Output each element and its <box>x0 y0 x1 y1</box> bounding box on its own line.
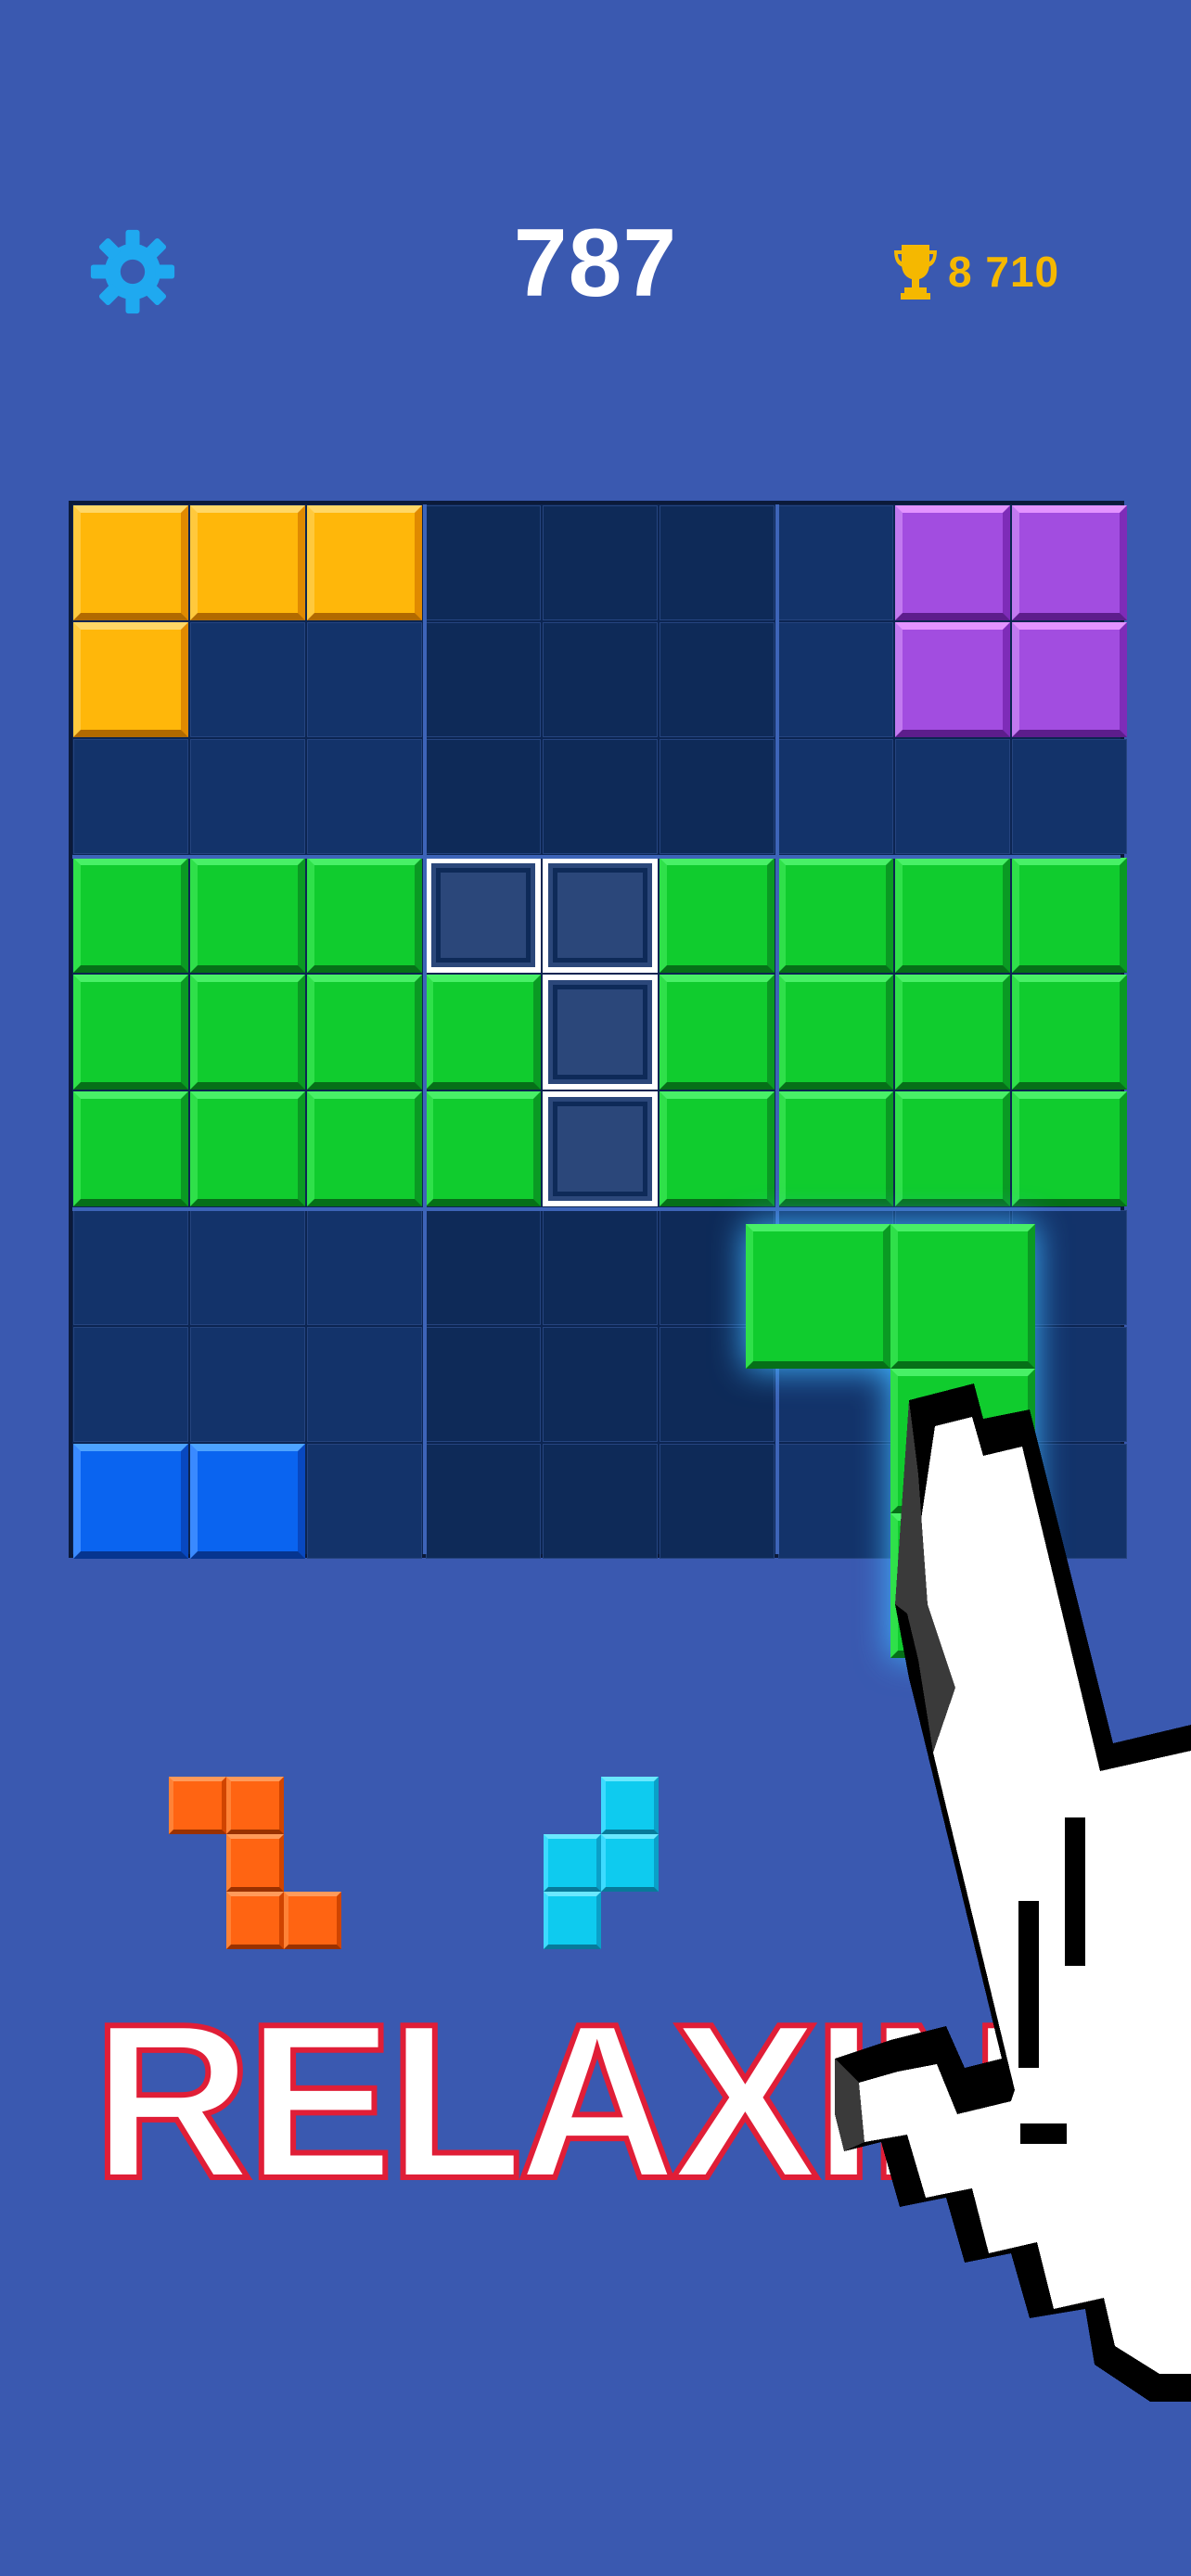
board-cell[interactable] <box>426 1210 541 1325</box>
green-block <box>73 1091 188 1206</box>
board-cell[interactable] <box>190 622 305 737</box>
board-cell[interactable] <box>660 739 775 854</box>
board-cell[interactable] <box>73 1327 188 1442</box>
green-block <box>190 858 305 973</box>
green-block <box>895 975 1010 1090</box>
green-block <box>778 1091 893 1206</box>
yellow-block <box>307 505 422 620</box>
green-block <box>73 858 188 973</box>
green-block <box>1012 1091 1127 1206</box>
green-block <box>778 975 893 1090</box>
board-cell[interactable] <box>543 622 658 737</box>
board-cell[interactable] <box>660 622 775 737</box>
board-cell[interactable] <box>543 1210 658 1325</box>
green-block <box>190 1091 305 1206</box>
board-cell[interactable] <box>307 622 422 737</box>
board-cell[interactable] <box>426 505 541 620</box>
board-cell[interactable] <box>307 1210 422 1325</box>
green-block <box>73 975 188 1090</box>
cyan-block <box>601 1834 659 1892</box>
board-cell[interactable] <box>660 1444 775 1559</box>
board-divider <box>72 855 1121 859</box>
board-cell[interactable] <box>190 1210 305 1325</box>
board-cell[interactable] <box>73 1210 188 1325</box>
purple-block <box>1012 622 1127 737</box>
yellow-block <box>73 622 188 737</box>
cyan-block <box>544 1834 601 1892</box>
orange-block <box>169 1777 226 1834</box>
green-block <box>307 1091 422 1206</box>
blue-block <box>73 1444 188 1559</box>
purple-block <box>895 622 1010 737</box>
top-bar: 787 8 710 <box>0 0 1191 389</box>
board-cell[interactable] <box>190 1327 305 1442</box>
green-block <box>307 975 422 1090</box>
board-cell[interactable] <box>190 739 305 854</box>
green-block <box>1012 975 1127 1090</box>
board-cell[interactable] <box>778 739 893 854</box>
board-cell[interactable] <box>73 739 188 854</box>
yellow-block <box>73 505 188 620</box>
green-block <box>190 975 305 1090</box>
green-block <box>307 858 422 973</box>
placement-preview-cell <box>426 858 541 973</box>
green-block <box>778 858 893 973</box>
placement-preview-cell <box>543 858 658 973</box>
board-cell[interactable] <box>426 622 541 737</box>
blue-block <box>190 1444 305 1559</box>
board-divider <box>775 504 779 1554</box>
board-cell[interactable] <box>543 739 658 854</box>
board-cell[interactable] <box>778 622 893 737</box>
board-divider <box>72 1207 1121 1211</box>
orange-block <box>226 1834 284 1892</box>
board-cell[interactable] <box>1012 739 1127 854</box>
green-block <box>890 1224 1035 1369</box>
green-block <box>660 1091 775 1206</box>
current-score: 787 <box>513 210 678 317</box>
green-block <box>426 1091 541 1206</box>
gear-icon[interactable] <box>89 228 176 315</box>
trophy-icon <box>894 245 937 300</box>
placement-preview-cell <box>543 1091 658 1206</box>
green-block <box>1012 858 1127 973</box>
orange-block <box>284 1892 341 1949</box>
board-cell[interactable] <box>426 739 541 854</box>
board-cell[interactable] <box>426 1444 541 1559</box>
board-divider <box>423 504 427 1554</box>
board-cell[interactable] <box>307 1327 422 1442</box>
best-score-value: 8 710 <box>948 248 1060 296</box>
green-block <box>895 858 1010 973</box>
green-block <box>660 975 775 1090</box>
green-block <box>746 1224 890 1369</box>
green-block <box>895 1091 1010 1206</box>
placement-preview-cell <box>543 975 658 1090</box>
board-cell[interactable] <box>543 1327 658 1442</box>
board-cell[interactable] <box>307 739 422 854</box>
orange-block <box>226 1892 284 1949</box>
pointer-hand-icon <box>835 1384 1191 2402</box>
cyan-block <box>601 1777 659 1834</box>
purple-block <box>1012 505 1127 620</box>
board-cell[interactable] <box>307 1444 422 1559</box>
board-cell[interactable] <box>426 1327 541 1442</box>
best-score: 8 710 <box>892 239 1059 304</box>
board-cell[interactable] <box>543 505 658 620</box>
board-cell[interactable] <box>895 739 1010 854</box>
orange-block <box>226 1777 284 1834</box>
purple-block <box>895 505 1010 620</box>
board-cell[interactable] <box>660 505 775 620</box>
green-block <box>426 975 541 1090</box>
board-cell[interactable] <box>543 1444 658 1559</box>
green-block <box>660 858 775 973</box>
yellow-block <box>190 505 305 620</box>
cyan-block <box>544 1892 601 1949</box>
board-cell[interactable] <box>778 505 893 620</box>
